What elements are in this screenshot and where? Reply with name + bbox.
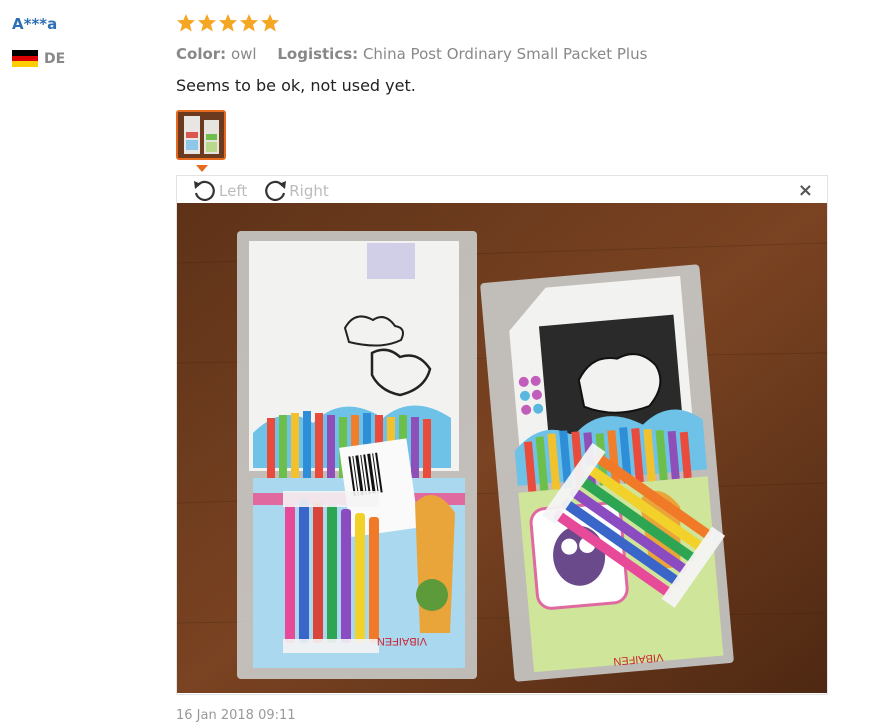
reviewer-country: DE [12,50,65,67]
country-code: DE [44,50,66,67]
review-photo: VIBAIFEN VIBAIFEN [177,203,827,693]
reviewer-name[interactable]: A***a [12,15,57,33]
rotate-right-icon [265,180,287,202]
star-icon [261,14,279,32]
rotate-right-button[interactable]: Right [261,178,329,204]
color-value: owl [230,45,257,63]
review-photo-thumbnail[interactable] [176,110,226,160]
star-rating [176,13,280,33]
svg-text:VIBAIFEN: VIBAIFEN [377,635,427,647]
logistics-label: Logistics: [277,45,359,63]
rotate-left-icon [194,180,215,202]
germany-flag-icon [12,50,38,67]
rotate-left-button[interactable]: Left [191,178,247,204]
star-icon [198,14,216,32]
review-text: Seems to be ok, not used yet. [176,76,416,95]
thumbnail-pointer [196,165,208,172]
photo-viewer: Left Right × VIBAIFEN VIBAIFEN [176,175,828,695]
rotate-right-label: Right [289,182,329,200]
logistics-value: China Post Ordinary Small Packet Plus [362,45,648,63]
rotate-left-label: Left [219,182,248,200]
viewer-toolbar: Left Right [191,178,343,204]
star-icon [177,14,195,32]
review-meta: Color: owl Logistics: China Post Ordinar… [176,45,663,63]
star-icon [219,14,237,32]
close-viewer-button[interactable]: × [798,182,813,200]
star-icon [240,14,258,32]
color-label: Color: [176,45,227,63]
